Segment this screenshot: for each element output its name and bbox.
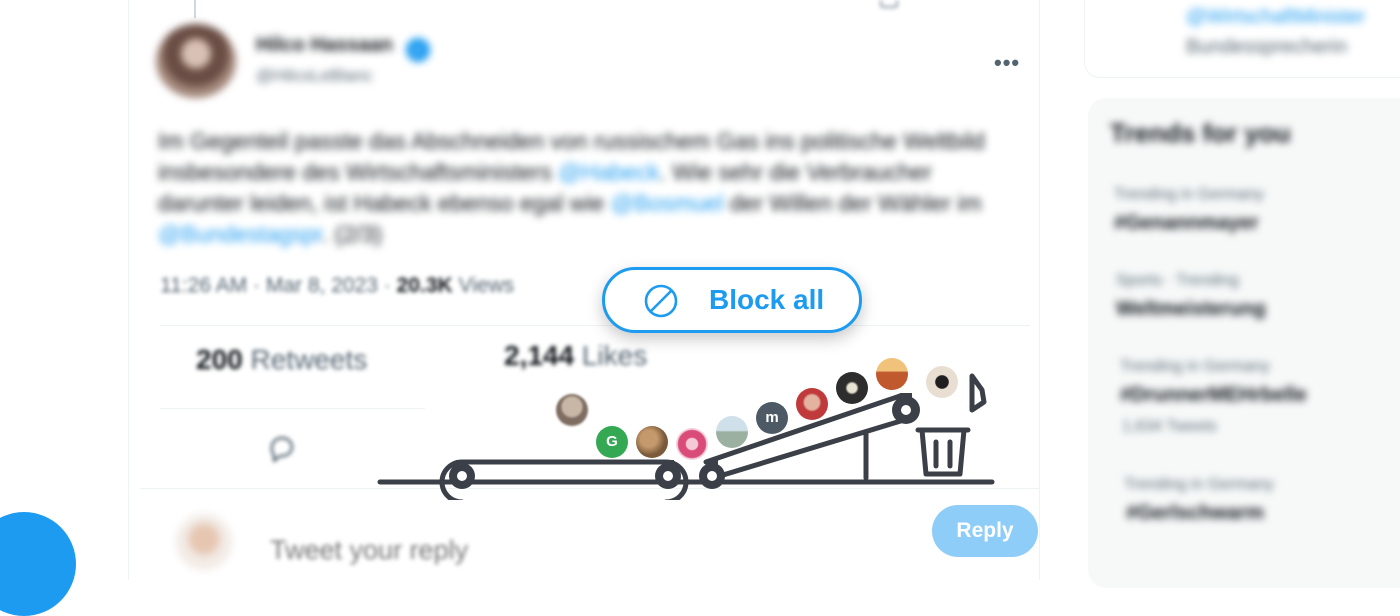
author-avatar[interactable] [156,24,236,98]
meta-separator: · [383,274,391,297]
trend-name[interactable]: #Genannmayer [1114,212,1259,235]
more-options-icon[interactable]: ••• [994,50,1020,76]
who-to-follow-text: Bundessprecherin [1186,36,1348,58]
avatar-ball: m [756,402,788,434]
avatar-ball [636,426,668,458]
reply-input[interactable] [270,530,830,570]
trend-name[interactable]: #Gerlschwarm [1126,502,1264,525]
conveyor-belt-icon [377,373,995,505]
mention-link[interactable]: @Bosmuel [611,190,724,216]
thread-line [194,0,196,18]
tweet-time[interactable]: 11:26 AM [160,274,247,297]
share-icon[interactable] [880,0,898,8]
trends-title: Trends for you [1110,118,1291,148]
author-handle[interactable]: @HilcoLeBlanc [256,66,372,86]
verified-badge-icon: ✓ [406,38,430,62]
avatar-ball-letter: G [606,433,618,450]
block-icon [644,284,678,318]
author-name[interactable]: Hilco Hassaan [256,34,393,57]
who-to-follow-link[interactable]: @WirtschaftMinister [1186,6,1365,29]
avatar-ball [716,416,748,448]
trend-meta: Trending in Germany [1114,186,1264,203]
avatar-ball [676,428,708,460]
retweets-label: Retweets [250,344,368,375]
reply-icon[interactable] [264,430,300,466]
views-count: 20.3K [396,274,453,297]
avatar-ball-letter: m [765,409,779,426]
avatar-ball [796,388,828,420]
conveyor-illustration: G m [370,350,1010,505]
compose-tweet-fab[interactable] [0,512,76,616]
avatar-ball [876,358,908,390]
divider [160,325,1030,326]
trend-name[interactable]: #DrunnerMEHrbelle [1120,384,1307,407]
block-all-button[interactable]: Block all [602,267,862,333]
reply-avatar [176,514,232,570]
tweet-meta: 11:26 AM · Mar 8, 2023 · 20.3K Views [160,274,514,298]
tweet-date[interactable]: Mar 8, 2023 [266,274,378,297]
tweet-text-part: . (2/3) [322,221,383,247]
views-label: Views [458,274,515,297]
avatar-ball [556,394,588,426]
avatar-ball: G [596,426,628,458]
block-all-label: Block all [709,284,825,315]
mention-link[interactable]: @Bundestagspr [158,221,322,247]
retweets-count: 200 [196,344,243,375]
retweets-stat[interactable]: 200 Retweets [196,344,367,376]
trend-count: 1,634 Tweets [1122,418,1217,435]
avatar-ball [926,366,958,398]
mention-link[interactable]: @Habeck [558,159,659,185]
trend-name[interactable]: Weltmeisterung [1116,298,1266,321]
trend-meta: Trending in Germany [1124,476,1274,493]
tweet-text-part: der Willen der Wähler im [729,190,982,216]
avatar-ball [836,372,868,404]
reply-button[interactable]: Reply [932,505,1038,557]
tweet-text: Im Gegenteil passte das Abschneiden von … [158,126,1018,250]
trend-meta: Trending in Germany [1120,358,1270,375]
meta-separator: · [253,274,261,297]
trend-meta: Sports · Trending [1116,272,1239,289]
